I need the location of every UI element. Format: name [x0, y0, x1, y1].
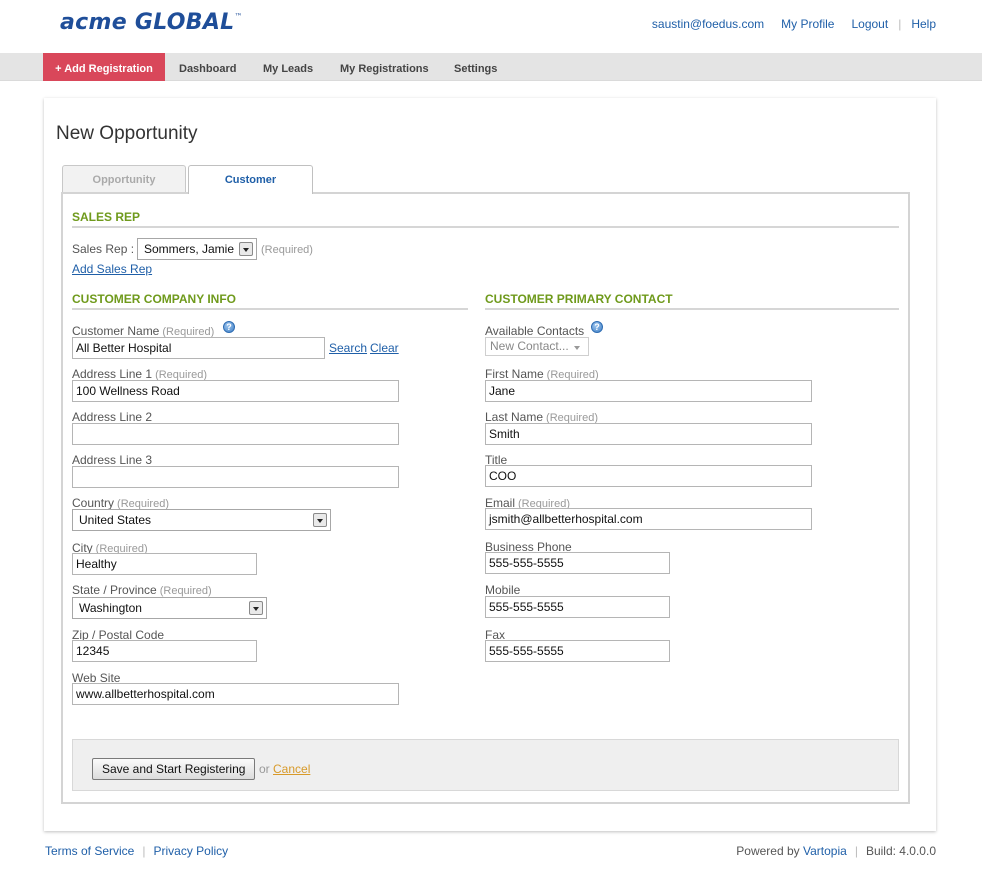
- first-name-label: First Name (Required): [485, 367, 599, 381]
- last-name-input[interactable]: Smith: [485, 423, 812, 445]
- label-text: Country: [72, 496, 115, 510]
- fax-input[interactable]: 555-555-5555: [485, 640, 670, 662]
- label-text: Customer Name: [72, 324, 160, 338]
- nav-item-my-leads[interactable]: My Leads: [263, 53, 313, 81]
- nav-item-my-registrations[interactable]: My Registrations: [340, 53, 429, 81]
- address1-input[interactable]: 100 Wellness Road: [72, 380, 399, 402]
- search-link[interactable]: Search: [329, 341, 367, 355]
- main-nav: + Add Registration Dashboard My Leads My…: [0, 53, 982, 81]
- section-divider: [72, 308, 468, 310]
- sales-rep-value: Sommers, Jamie: [144, 242, 235, 256]
- add-registration-button[interactable]: + Add Registration: [43, 53, 165, 81]
- vartopia-link[interactable]: Vartopia: [803, 844, 847, 858]
- sales-rep-label: Sales Rep :: [72, 242, 135, 256]
- label-text: Address Line 1: [72, 367, 153, 381]
- address2-input[interactable]: [72, 423, 399, 445]
- zip-input[interactable]: 12345: [72, 640, 257, 662]
- address2-label: Address Line 2: [72, 410, 153, 424]
- section-divider: [72, 226, 899, 228]
- country-select[interactable]: United States: [72, 509, 331, 531]
- address1-label: Address Line 1 (Required): [72, 367, 207, 381]
- section-divider: [485, 308, 899, 310]
- label-text: Last Name: [485, 410, 544, 424]
- title-input[interactable]: COO: [485, 465, 812, 487]
- logo-trademark: ™: [234, 12, 243, 21]
- terms-of-service-link[interactable]: Terms of Service: [45, 844, 134, 858]
- state-value: Washington: [79, 601, 142, 615]
- privacy-policy-link[interactable]: Privacy Policy: [153, 844, 228, 858]
- help-link[interactable]: Help: [911, 17, 936, 31]
- dropdown-arrow-icon: [249, 601, 263, 615]
- mobile-input[interactable]: 555-555-5555: [485, 596, 670, 618]
- divider: |: [854, 844, 858, 858]
- tab-customer[interactable]: Customer: [188, 165, 313, 194]
- customer-name-input[interactable]: All Better Hospital: [72, 337, 325, 359]
- save-and-start-registering-button[interactable]: Save and Start Registering: [92, 758, 256, 780]
- section-title-contact: CUSTOMER PRIMARY CONTACT: [485, 292, 673, 306]
- page-title: New Opportunity: [56, 123, 198, 144]
- available-contacts-label: Available Contacts: [485, 324, 585, 338]
- business-phone-input[interactable]: 555-555-5555: [485, 552, 670, 574]
- divider: |: [898, 17, 902, 31]
- main-panel: New Opportunity Opportunity Customer SAL…: [44, 98, 936, 831]
- city-input[interactable]: Healthy: [72, 553, 257, 575]
- acme-logo[interactable]: acme GLOBAL™: [60, 10, 243, 35]
- label-text: First Name: [485, 367, 544, 381]
- tab-opportunity[interactable]: Opportunity: [62, 165, 186, 192]
- nav-item-settings[interactable]: Settings: [454, 53, 497, 81]
- country-value: United States: [79, 513, 152, 527]
- section-title-company: CUSTOMER COMPANY INFO: [72, 292, 237, 306]
- website-input[interactable]: www.allbetterhospital.com: [72, 683, 399, 705]
- email-input[interactable]: jsmith@allbetterhospital.com: [485, 508, 812, 530]
- available-contacts-select[interactable]: New Contact...: [485, 337, 589, 356]
- user-email-link[interactable]: saustin@foedus.com: [652, 17, 764, 31]
- last-name-label: Last Name (Required): [485, 410, 598, 424]
- address3-label: Address Line 3: [72, 453, 153, 467]
- first-name-input[interactable]: Jane: [485, 380, 812, 402]
- help-icon[interactable]: ?: [591, 321, 603, 333]
- country-label: Country (Required): [72, 496, 169, 510]
- required-note: (Required): [261, 244, 313, 256]
- footer-links: Terms of Service | Privacy Policy: [45, 844, 228, 858]
- dropdown-arrow-icon: [313, 513, 327, 527]
- clear-link[interactable]: Clear: [370, 341, 399, 355]
- customer-form: SALES REP Sales Rep : Sommers, Jamie (Re…: [61, 192, 910, 804]
- user-links: saustin@foedus.com My Profile Logout | H…: [652, 17, 936, 31]
- address3-input[interactable]: [72, 466, 399, 488]
- form-actions: Save and Start Registering or Cancel: [72, 739, 899, 791]
- state-select[interactable]: Washington: [72, 597, 267, 619]
- sales-rep-required: (Required): [261, 242, 313, 256]
- mobile-label: Mobile: [485, 583, 521, 597]
- customer-name-label: Customer Name (Required): [72, 324, 214, 338]
- dropdown-arrow-icon: [239, 242, 253, 256]
- top-header: acme GLOBAL™ saustin@foedus.com My Profi…: [0, 0, 982, 53]
- cancel-link[interactable]: Cancel: [273, 762, 310, 776]
- add-sales-rep-link[interactable]: Add Sales Rep: [72, 262, 152, 276]
- help-icon[interactable]: ?: [223, 321, 235, 333]
- logo-text: acme GLOBAL: [60, 10, 235, 35]
- required-note: (Required): [159, 585, 212, 597]
- footer-credits: Powered by Vartopia | Build: 4.0.0.0: [736, 844, 936, 858]
- available-contacts-value: New Contact...: [490, 339, 569, 353]
- build-version: Build: 4.0.0.0: [865, 844, 936, 858]
- my-profile-link[interactable]: My Profile: [781, 17, 834, 31]
- section-title-sales-rep: SALES REP: [72, 210, 141, 224]
- powered-by-text: Powered by: [736, 844, 800, 858]
- nav-item-dashboard[interactable]: Dashboard: [179, 53, 236, 81]
- dropdown-arrow-icon: [571, 341, 585, 355]
- state-label: State / Province (Required): [72, 583, 212, 597]
- divider: |: [142, 844, 146, 858]
- label-text: State / Province: [72, 583, 157, 597]
- or-text: or: [259, 762, 270, 776]
- logout-link[interactable]: Logout: [851, 17, 888, 31]
- sales-rep-select[interactable]: Sommers, Jamie: [137, 238, 257, 260]
